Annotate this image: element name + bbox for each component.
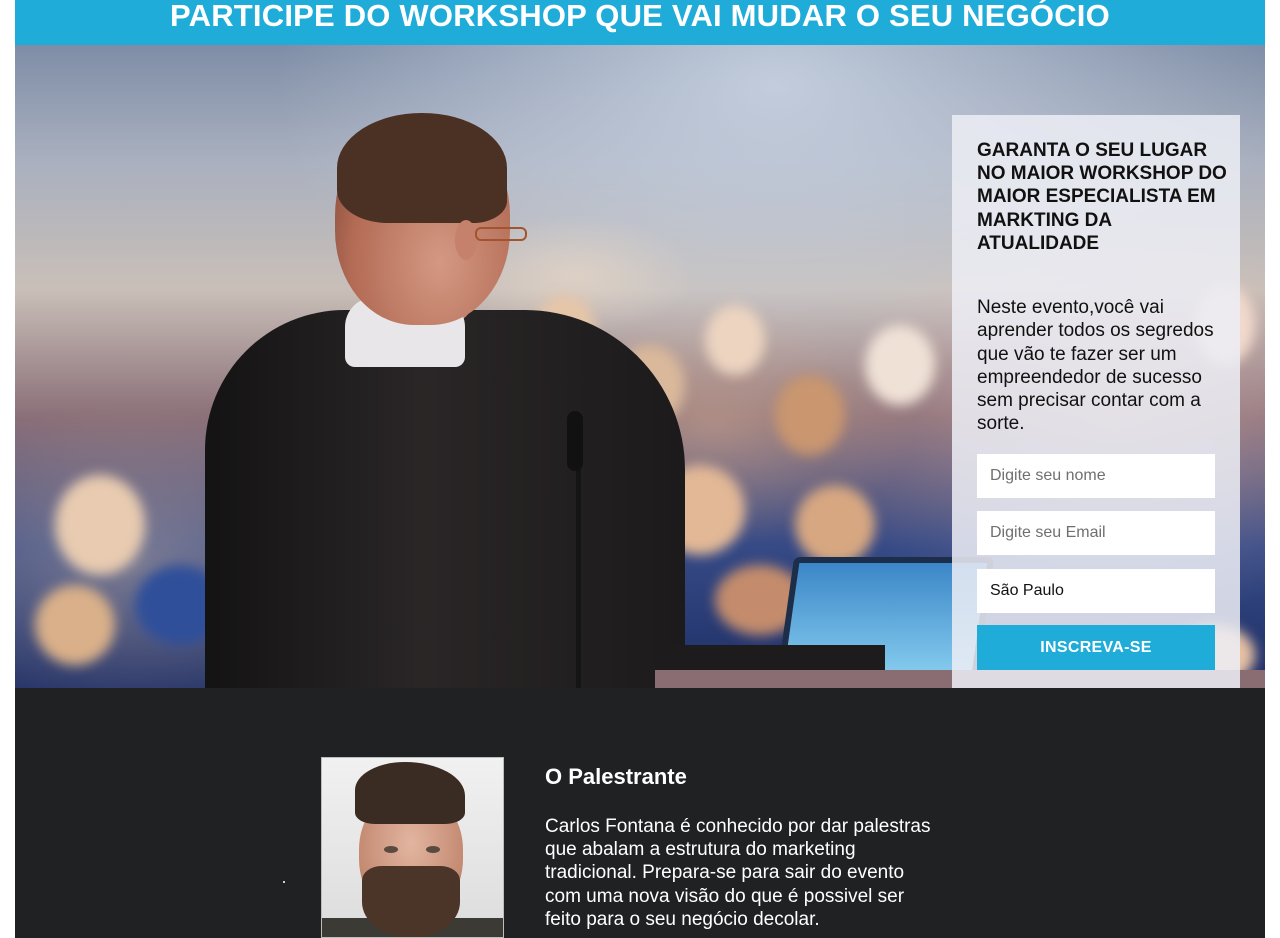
top-banner: PARTICIPE DO WORKSHOP QUE VAI MUDAR O SE…: [15, 0, 1265, 45]
speaker-heading: O Palestrante: [545, 764, 687, 789]
speaker-section: O Palestrante Carlos Fontana é conhecido…: [15, 688, 1265, 938]
name-input[interactable]: [977, 454, 1215, 498]
speaker-photo: [321, 757, 504, 938]
speaker-bio: Carlos Fontana é conhecido por dar pales…: [545, 816, 931, 930]
subscribe-button[interactable]: INSCREVA-SE: [977, 625, 1215, 670]
signup-title: GARANTA O SEU LUGAR NO MAIOR WORKSHOP DO…: [977, 140, 1227, 254]
page-title: PARTICIPE DO WORKSHOP QUE VAI MUDAR O SE…: [170, 0, 1110, 33]
signup-description: Neste evento,você vai aprender todos os …: [977, 297, 1214, 435]
hero-section: GARANTA O SEU LUGAR NO MAIOR WORKSHOP DO…: [15, 45, 1265, 688]
email-input[interactable]: [977, 511, 1215, 555]
signup-form: GARANTA O SEU LUGAR NO MAIOR WORKSHOP DO…: [952, 115, 1240, 688]
landing-page: PARTICIPE DO WORKSHOP QUE VAI MUDAR O SE…: [15, 0, 1265, 938]
city-input[interactable]: [977, 569, 1215, 613]
